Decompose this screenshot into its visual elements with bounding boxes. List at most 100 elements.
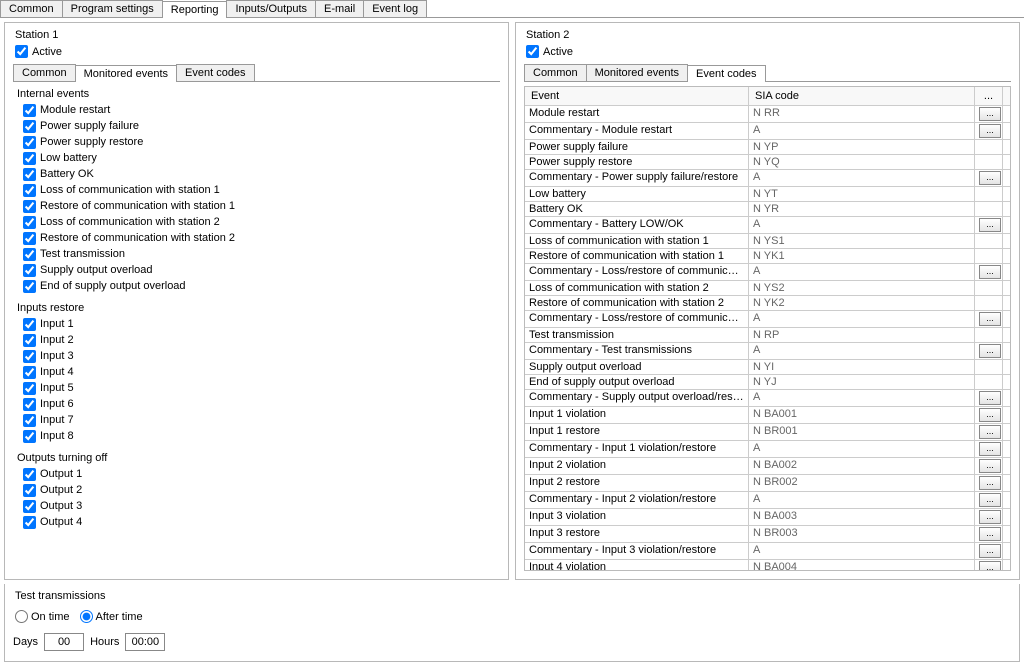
station-1-active-checkbox[interactable] bbox=[15, 45, 28, 58]
edit-button[interactable]: ... bbox=[979, 265, 1001, 279]
station-1-tab-monitored[interactable]: Monitored events bbox=[75, 65, 177, 82]
output-off-item[interactable]: Output 2 bbox=[23, 483, 500, 498]
edit-button[interactable]: ... bbox=[979, 459, 1001, 473]
header-dots[interactable]: ... bbox=[975, 87, 1003, 105]
input-restore-checkbox[interactable] bbox=[23, 318, 36, 331]
table-row[interactable]: Commentary - Input 2 violation/restoreA.… bbox=[525, 492, 1010, 509]
internal-event-checkbox[interactable] bbox=[23, 248, 36, 261]
table-row[interactable]: Supply output overloadN YI bbox=[525, 360, 1010, 375]
station-2-tab-common[interactable]: Common bbox=[524, 64, 587, 81]
output-off-item[interactable]: Output 4 bbox=[23, 515, 500, 530]
station-2-active[interactable]: Active bbox=[526, 45, 1011, 58]
edit-button[interactable]: ... bbox=[979, 510, 1001, 524]
internal-event-checkbox[interactable] bbox=[23, 216, 36, 229]
tab-inputs-outputs[interactable]: Inputs/Outputs bbox=[226, 0, 316, 17]
input-restore-item[interactable]: Input 4 bbox=[23, 365, 500, 380]
tab-program-settings[interactable]: Program settings bbox=[62, 0, 163, 17]
input-restore-item[interactable]: Input 6 bbox=[23, 397, 500, 412]
table-row[interactable]: Commentary - Loss/restore of communicati… bbox=[525, 311, 1010, 328]
table-row[interactable]: Loss of communication with station 2N YS… bbox=[525, 281, 1010, 296]
input-restore-checkbox[interactable] bbox=[23, 398, 36, 411]
table-row[interactable]: Battery OKN YR bbox=[525, 202, 1010, 217]
table-row[interactable]: Input 2 restoreN BR002... bbox=[525, 475, 1010, 492]
input-restore-checkbox[interactable] bbox=[23, 382, 36, 395]
table-row[interactable]: End of supply output overloadN YJ bbox=[525, 375, 1010, 390]
tab-common[interactable]: Common bbox=[0, 0, 63, 17]
input-restore-checkbox[interactable] bbox=[23, 366, 36, 379]
table-row[interactable]: Input 4 violationN BA004... bbox=[525, 560, 1010, 570]
radio-after-time[interactable]: After time bbox=[80, 610, 143, 623]
table-body[interactable]: Module restartN RR...Commentary - Module… bbox=[525, 106, 1010, 570]
internal-event-checkbox[interactable] bbox=[23, 280, 36, 293]
input-restore-checkbox[interactable] bbox=[23, 334, 36, 347]
table-row[interactable]: Module restartN RR... bbox=[525, 106, 1010, 123]
internal-event-checkbox[interactable] bbox=[23, 200, 36, 213]
station-1-active[interactable]: Active bbox=[15, 45, 500, 58]
header-sia[interactable]: SIA code bbox=[749, 87, 975, 105]
edit-button[interactable]: ... bbox=[979, 425, 1001, 439]
input-restore-checkbox[interactable] bbox=[23, 414, 36, 427]
table-row[interactable]: Commentary - Test transmissionsA... bbox=[525, 343, 1010, 360]
table-row[interactable]: Power supply failureN YP bbox=[525, 140, 1010, 155]
input-restore-checkbox[interactable] bbox=[23, 350, 36, 363]
internal-event-item[interactable]: Power supply restore bbox=[23, 135, 500, 150]
table-row[interactable]: Commentary - Supply output overload/rest… bbox=[525, 390, 1010, 407]
edit-button[interactable]: ... bbox=[979, 391, 1001, 405]
output-off-checkbox[interactable] bbox=[23, 468, 36, 481]
table-row[interactable]: Commentary - Input 1 violation/restoreA.… bbox=[525, 441, 1010, 458]
input-restore-item[interactable]: Input 1 bbox=[23, 317, 500, 332]
internal-event-item[interactable]: Module restart bbox=[23, 103, 500, 118]
internal-event-item[interactable]: Low battery bbox=[23, 151, 500, 166]
radio-on-time-input[interactable] bbox=[15, 610, 28, 623]
edit-button[interactable]: ... bbox=[979, 544, 1001, 558]
internal-event-item[interactable]: Supply output overload bbox=[23, 263, 500, 278]
edit-button[interactable]: ... bbox=[979, 107, 1001, 121]
internal-event-checkbox[interactable] bbox=[23, 264, 36, 277]
output-off-item[interactable]: Output 1 bbox=[23, 467, 500, 482]
internal-event-checkbox[interactable] bbox=[23, 184, 36, 197]
station-1-tab-common[interactable]: Common bbox=[13, 64, 76, 81]
table-row[interactable]: Input 2 violationN BA002... bbox=[525, 458, 1010, 475]
table-row[interactable]: Commentary - Battery LOW/OKA... bbox=[525, 217, 1010, 234]
table-row[interactable]: Low batteryN YT bbox=[525, 187, 1010, 202]
internal-event-checkbox[interactable] bbox=[23, 136, 36, 149]
edit-button[interactable]: ... bbox=[979, 527, 1001, 541]
table-row[interactable]: Restore of communication with station 2N… bbox=[525, 296, 1010, 311]
table-row[interactable]: Commentary - Loss/restore of communicati… bbox=[525, 264, 1010, 281]
output-off-checkbox[interactable] bbox=[23, 500, 36, 513]
edit-button[interactable]: ... bbox=[979, 344, 1001, 358]
station-2-tab-codes[interactable]: Event codes bbox=[687, 65, 766, 82]
tab-email[interactable]: E-mail bbox=[315, 0, 364, 17]
table-row[interactable]: Input 1 violationN BA001... bbox=[525, 407, 1010, 424]
header-event[interactable]: Event bbox=[525, 87, 749, 105]
internal-event-item[interactable]: Test transmission bbox=[23, 247, 500, 262]
internal-event-item[interactable]: Loss of communication with station 1 bbox=[23, 183, 500, 198]
internal-event-checkbox[interactable] bbox=[23, 152, 36, 165]
input-restore-checkbox[interactable] bbox=[23, 430, 36, 443]
edit-button[interactable]: ... bbox=[979, 408, 1001, 422]
edit-button[interactable]: ... bbox=[979, 561, 1001, 570]
radio-after-time-input[interactable] bbox=[80, 610, 93, 623]
station-1-tab-codes[interactable]: Event codes bbox=[176, 64, 255, 81]
internal-event-checkbox[interactable] bbox=[23, 120, 36, 133]
input-restore-item[interactable]: Input 2 bbox=[23, 333, 500, 348]
output-off-checkbox[interactable] bbox=[23, 516, 36, 529]
internal-event-item[interactable]: Restore of communication with station 1 bbox=[23, 199, 500, 214]
edit-button[interactable]: ... bbox=[979, 218, 1001, 232]
table-row[interactable]: Power supply restoreN YQ bbox=[525, 155, 1010, 170]
input-restore-item[interactable]: Input 7 bbox=[23, 413, 500, 428]
edit-button[interactable]: ... bbox=[979, 312, 1001, 326]
table-row[interactable]: Restore of communication with station 1N… bbox=[525, 249, 1010, 264]
internal-event-checkbox[interactable] bbox=[23, 104, 36, 117]
internal-event-item[interactable]: End of supply output overload bbox=[23, 279, 500, 294]
table-row[interactable]: Commentary - Power supply failure/restor… bbox=[525, 170, 1010, 187]
station-2-tab-monitored[interactable]: Monitored events bbox=[586, 64, 688, 81]
internal-event-item[interactable]: Restore of communication with station 2 bbox=[23, 231, 500, 246]
table-row[interactable]: Commentary - Module restartA... bbox=[525, 123, 1010, 140]
internal-event-checkbox[interactable] bbox=[23, 232, 36, 245]
tab-reporting[interactable]: Reporting bbox=[162, 1, 228, 18]
hours-input[interactable] bbox=[125, 633, 165, 651]
internal-event-item[interactable]: Loss of communication with station 2 bbox=[23, 215, 500, 230]
tab-event-log[interactable]: Event log bbox=[363, 0, 427, 17]
table-row[interactable]: Loss of communication with station 1N YS… bbox=[525, 234, 1010, 249]
